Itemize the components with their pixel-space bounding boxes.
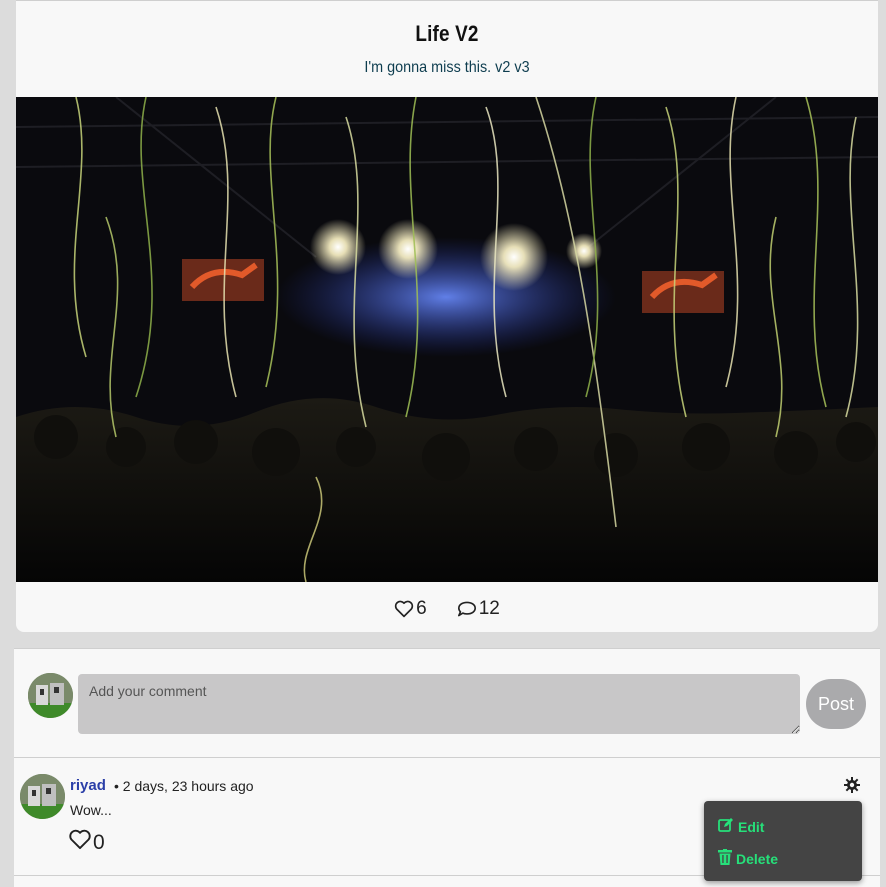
edit-menu-item[interactable]: Edit [718,817,764,836]
comment-like-count: 0 [93,830,105,854]
gear-icon [844,777,860,797]
edit-icon [718,817,734,836]
comment-text: Wow... [70,802,112,818]
comment-count-button[interactable]: 12 [457,598,500,620]
heart-icon [394,600,414,618]
comment-timestamp: • 2 days, 23 hours ago [114,778,254,794]
comment-bubble-icon [457,600,477,618]
comment-count: 12 [478,598,500,619]
comment-options-menu: Edit Delete [704,801,862,881]
comment-settings-button[interactable] [844,777,860,798]
like-count: 6 [416,598,427,619]
post-comment-button[interactable]: Post [806,679,866,729]
heart-icon [68,829,92,856]
delete-label: Delete [736,850,779,867]
comment-author-link[interactable]: riyad [70,777,106,794]
comment-avatar[interactable] [20,774,65,819]
post-image[interactable] [16,97,878,582]
comment-item: riyad • 2 days, 23 hours ago Wow... 0 Ed… [14,757,880,881]
avatar [28,673,73,718]
post-stats: 6 12 [16,595,878,623]
comment-form: Post [14,649,880,758]
post-subtitle: I'm gonna miss this. v2 v3 [364,59,530,76]
post-card: Life V2 I'm gonna miss this. v2 v3 6 12 [16,0,878,632]
comment-like-button[interactable]: 0 [68,829,105,856]
delete-menu-item[interactable]: Delete [718,849,778,868]
post-title: Life V2 [415,21,479,46]
edit-label: Edit [738,818,765,835]
comment-input[interactable] [78,674,800,734]
like-button[interactable]: 6 [394,598,427,620]
trash-icon [718,849,732,868]
comments-section: Post riyad • 2 days, 23 hours ago Wow...… [14,648,880,887]
